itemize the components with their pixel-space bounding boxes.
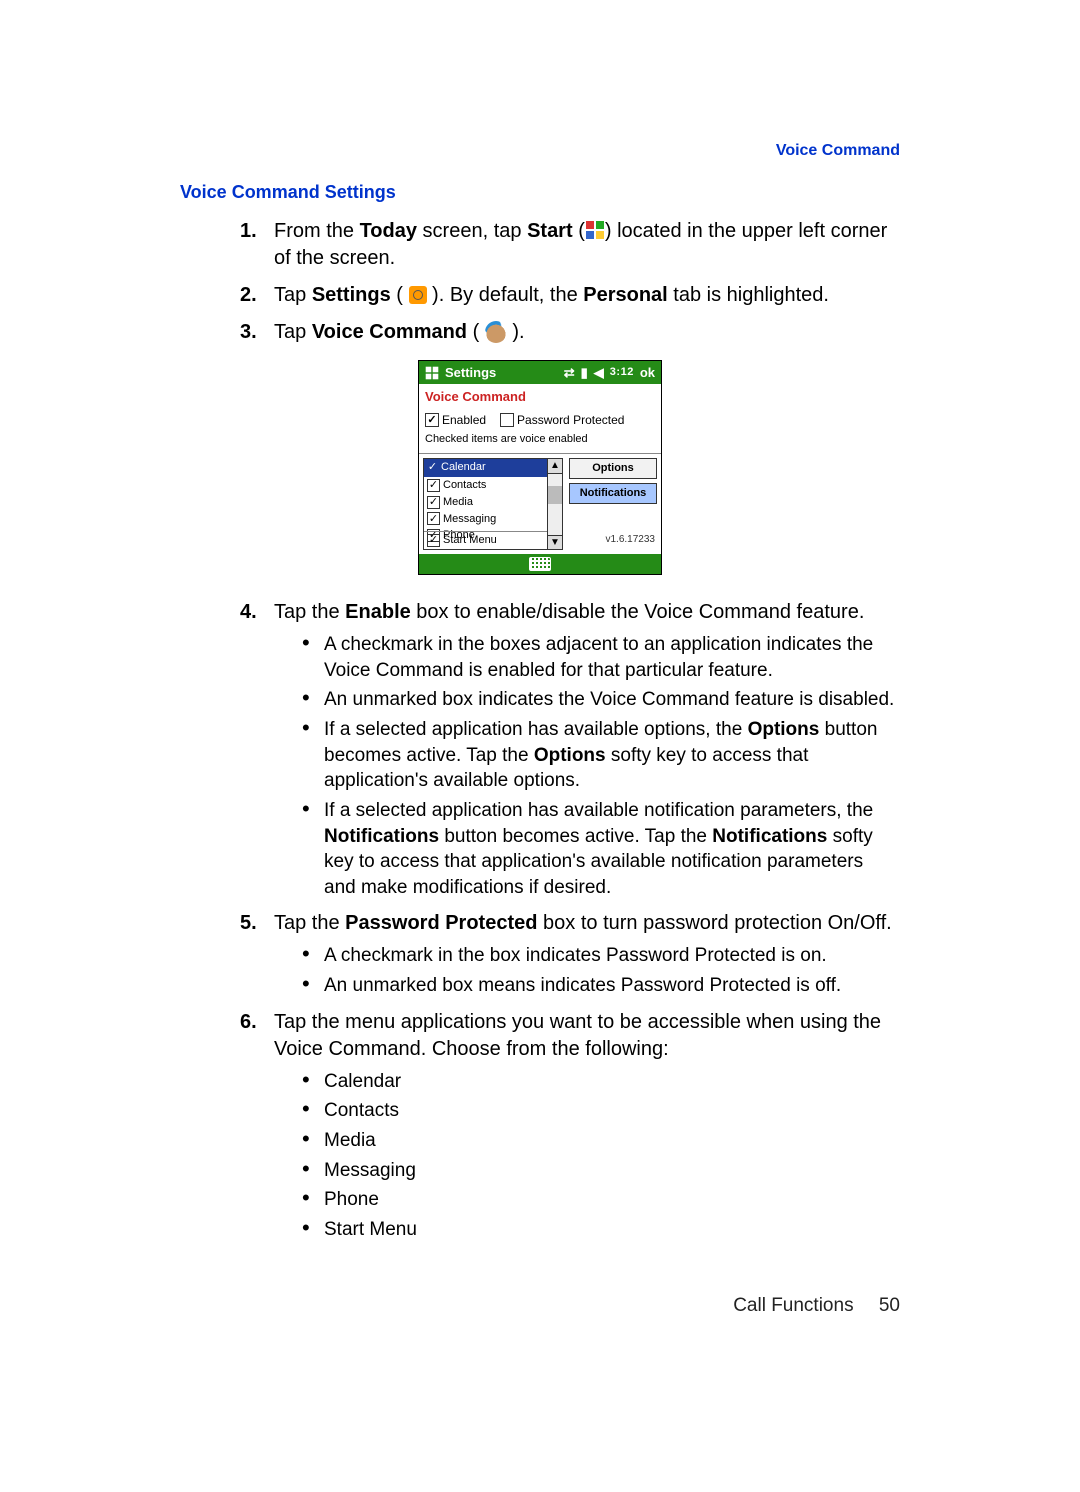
list-item[interactable]: ✓Contacts — [424, 477, 547, 494]
instruction-list-cont: 4. Tap the Enable box to enable/disable … — [180, 599, 900, 1243]
scrollbar[interactable]: ▲ ▼ — [548, 458, 563, 550]
options-button[interactable]: Options — [569, 458, 657, 479]
step-text: Tap the menu applications you want to be… — [274, 1011, 881, 1060]
page-header-label: Voice Command — [180, 140, 900, 162]
bullet: Media — [302, 1128, 900, 1154]
page-footer: Call Functions 50 — [180, 1293, 900, 1319]
step-number: 6. — [240, 1009, 257, 1036]
bullet: If a selected application has available … — [302, 798, 900, 901]
clock: 3:12 — [610, 365, 634, 380]
start-icon — [585, 220, 605, 240]
step-1: 1. From the Today screen, tap Start () l… — [240, 218, 900, 272]
step-2: 2. Tap Settings ( ). By default, the Per… — [240, 282, 900, 309]
phone-note: Checked items are voice enabled — [419, 430, 661, 453]
scroll-down-icon[interactable]: ▼ — [548, 535, 562, 550]
phone-title-bar: Settings ⇄ ▮ ◀ 3:12 ok — [419, 361, 661, 385]
phone-screenshot: Settings ⇄ ▮ ◀ 3:12 ok Voice Command ✓En… — [418, 360, 662, 575]
step-number: 1. — [240, 218, 257, 245]
speaker-icon: ◀ — [594, 364, 604, 382]
step-5: 5. Tap the Password Protected box to tur… — [240, 910, 900, 998]
bullet: Calendar — [302, 1069, 900, 1095]
step-text: Tap Voice Command ( ). — [274, 321, 525, 343]
step-number: 4. — [240, 599, 257, 626]
list-item[interactable]: ✓Media — [424, 494, 547, 511]
list-item[interactable]: ✓Messaging — [424, 511, 547, 528]
bullet: A checkmark in the box indicates Passwor… — [302, 943, 900, 969]
bullet: A checkmark in the boxes adjacent to an … — [302, 632, 900, 683]
step-6: 6. Tap the menu applications you want to… — [240, 1009, 900, 1243]
version-label: v1.6.17233 — [569, 531, 657, 551]
notifications-button[interactable]: Notifications — [569, 483, 657, 504]
step-text: Tap Settings ( ). By default, the Person… — [274, 284, 829, 306]
bullet: Start Menu — [302, 1217, 900, 1243]
windows-icon — [425, 366, 439, 380]
step-text: Tap the Enable box to enable/disable the… — [274, 601, 864, 623]
phone-subtitle: Voice Command — [419, 384, 661, 408]
list-item[interactable]: ✓Calendar — [424, 459, 547, 477]
scroll-thumb[interactable] — [548, 474, 562, 535]
password-protected-checkbox[interactable]: Password Protected — [500, 412, 624, 428]
signal-icon: ⇄ — [564, 364, 575, 382]
step-number: 5. — [240, 910, 257, 937]
step-number: 3. — [240, 319, 257, 346]
settings-icon — [409, 286, 427, 304]
step-3: 3. Tap Voice Command ( ). — [240, 319, 900, 346]
bullet: An unmarked box means indicates Password… — [302, 973, 900, 999]
ok-button[interactable]: ok — [640, 364, 655, 382]
step-number: 2. — [240, 282, 257, 309]
bullet: An unmarked box indicates the Voice Comm… — [302, 687, 900, 713]
page-number: 50 — [879, 1295, 900, 1316]
instruction-list: 1. From the Today screen, tap Start () l… — [180, 218, 900, 346]
bullet: Contacts — [302, 1098, 900, 1124]
phone-bottom-bar — [419, 554, 661, 574]
bullet: If a selected application has available … — [302, 717, 900, 794]
keyboard-icon[interactable] — [529, 557, 551, 571]
bullet: Phone — [302, 1187, 900, 1213]
voice-command-icon — [485, 321, 507, 343]
antenna-icon: ▮ — [581, 364, 588, 382]
section-heading: Voice Command Settings — [180, 180, 900, 204]
bullet: Messaging — [302, 1158, 900, 1184]
step-4: 4. Tap the Enable box to enable/disable … — [240, 599, 900, 900]
step-text: From the Today screen, tap Start () loca… — [274, 220, 887, 269]
phone-title-text: Settings — [445, 364, 496, 382]
footer-section: Call Functions — [733, 1295, 853, 1316]
list-item[interactable]: ✓Start Menu — [424, 531, 547, 549]
app-list[interactable]: ✓Calendar ✓Contacts ✓Media ✓Messaging ✓P… — [423, 458, 548, 550]
step-text: Tap the Password Protected box to turn p… — [274, 912, 892, 934]
scroll-up-icon[interactable]: ▲ — [548, 459, 562, 474]
enabled-checkbox[interactable]: ✓Enabled — [425, 412, 486, 428]
